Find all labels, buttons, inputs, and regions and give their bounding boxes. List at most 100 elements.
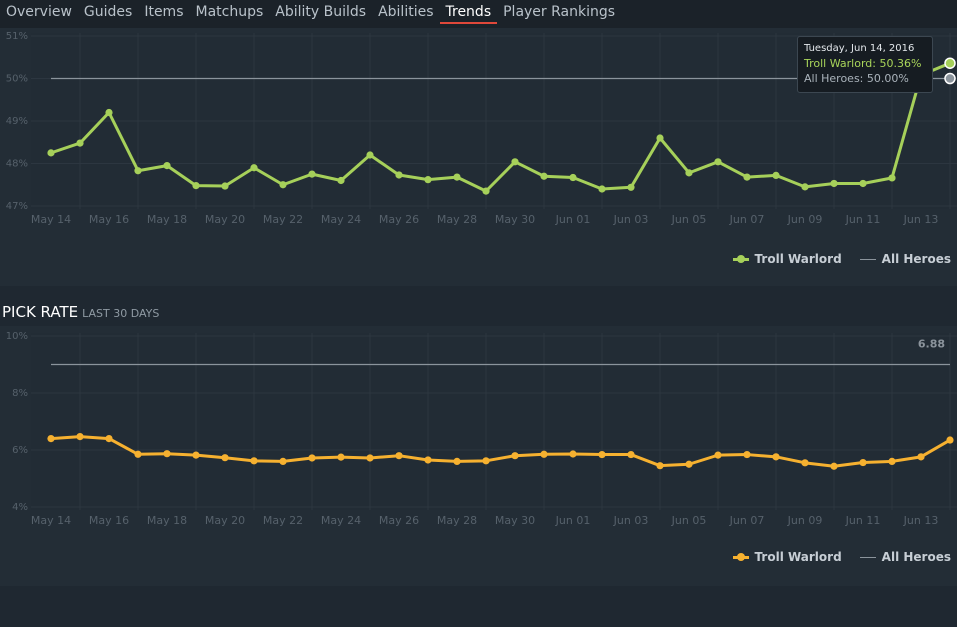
win-rate-troll-warlord-point[interactable] bbox=[888, 174, 896, 182]
pick-rate-troll-warlord-point[interactable] bbox=[279, 457, 287, 465]
win-rate-troll-warlord-point[interactable] bbox=[859, 179, 867, 188]
pick-rate-chart: 4% 6% 8% 10% May 14 May 16 May 18 May 20 May 22 M… bbox=[6, 331, 957, 527]
win-rate-troll-warlord-point[interactable] bbox=[685, 169, 693, 177]
pick-rate-troll-warlord-point[interactable] bbox=[830, 462, 838, 470]
win-rate-troll-warlord-point[interactable] bbox=[424, 176, 432, 184]
win-rate-troll-warlord-point[interactable] bbox=[944, 57, 956, 69]
win-rate-troll-warlord-point[interactable] bbox=[569, 173, 577, 182]
pick-rate-troll-warlord-point[interactable] bbox=[888, 457, 896, 465]
pick-rate-troll-warlord-point[interactable] bbox=[714, 451, 722, 459]
win-rate-x-tick-label: May 24 bbox=[321, 213, 361, 226]
pick-rate-x-tick-label: May 26 bbox=[379, 514, 419, 527]
pick-rate-troll-warlord-point[interactable] bbox=[76, 433, 84, 441]
pick-rate-troll-warlord-point[interactable] bbox=[801, 459, 809, 467]
tab-guides[interactable]: Guides bbox=[78, 0, 138, 24]
win-rate-troll-warlord-point[interactable] bbox=[76, 139, 84, 147]
win-rate-troll-warlord-point[interactable] bbox=[395, 171, 403, 179]
win-rate-troll-warlord-point[interactable] bbox=[772, 171, 780, 179]
win-rate-troll-warlord-point[interactable] bbox=[192, 182, 200, 190]
pick-rate-troll-warlord-point[interactable] bbox=[685, 460, 693, 468]
win-rate-all-heroes-point[interactable] bbox=[944, 72, 956, 85]
pick-rate-subtitle: LAST 30 DAYS bbox=[82, 307, 160, 320]
pick-rate-troll-warlord-point[interactable] bbox=[540, 450, 548, 458]
win-rate-legend: Troll Warlord All Heroes bbox=[715, 252, 951, 266]
legend-label-all: All Heroes bbox=[881, 252, 951, 266]
pick-rate-troll-warlord-point[interactable] bbox=[859, 458, 867, 467]
pick-rate-troll-warlord-point[interactable] bbox=[917, 453, 925, 461]
pick-rate-x-tick-label: Jun 01 bbox=[555, 514, 591, 527]
pick-rate-heading: PICK RATE bbox=[2, 303, 79, 321]
legend-swatch-troll-pick bbox=[732, 552, 749, 561]
win-rate-troll-warlord-point[interactable] bbox=[511, 158, 519, 166]
pick-rate-troll-warlord-point[interactable] bbox=[569, 450, 577, 458]
win-rate-y-tick-label: 51% bbox=[6, 31, 28, 42]
pick-rate-troll-warlord-point[interactable] bbox=[163, 450, 171, 458]
pick-rate-troll-warlord-point[interactable] bbox=[366, 454, 374, 462]
pick-rate-x-tick-label: May 24 bbox=[321, 514, 361, 527]
pick-rate-troll-warlord-point[interactable] bbox=[772, 453, 780, 461]
pick-rate-legend: Troll Warlord All Heroes bbox=[715, 550, 951, 564]
win-rate-troll-warlord-point[interactable] bbox=[627, 183, 635, 191]
tab-player-rankings[interactable]: Player Rankings bbox=[497, 0, 621, 24]
win-rate-x-tick-label: May 16 bbox=[89, 213, 129, 226]
tab-items[interactable]: Items bbox=[138, 0, 189, 24]
pick-rate-troll-warlord-point[interactable] bbox=[192, 451, 200, 459]
pick-rate-plot-area bbox=[31, 333, 957, 510]
win-rate-troll-warlord-point[interactable] bbox=[482, 187, 490, 195]
win-rate-troll-warlord-point[interactable] bbox=[250, 164, 258, 172]
win-rate-troll-warlord-point[interactable] bbox=[656, 134, 664, 142]
win-rate-x-tick-label: Jun 13 bbox=[903, 213, 939, 226]
legend-item-all-heroes[interactable]: All Heroes bbox=[859, 252, 951, 266]
win-rate-y-tick-label: 47% bbox=[6, 201, 28, 212]
win-rate-troll-warlord-point[interactable] bbox=[134, 167, 142, 175]
tab-overview[interactable]: Overview bbox=[0, 0, 78, 24]
pick-rate-x-tick-label: May 16 bbox=[89, 514, 129, 527]
legend-item-troll-warlord[interactable]: Troll Warlord bbox=[732, 252, 842, 266]
win-rate-troll-warlord-point[interactable] bbox=[830, 179, 838, 188]
tab-trends[interactable]: Trends bbox=[439, 0, 498, 24]
pick-rate-troll-warlord-point[interactable] bbox=[47, 435, 55, 443]
pick-rate-troll-warlord-point[interactable] bbox=[656, 462, 664, 470]
win-rate-troll-warlord-point[interactable] bbox=[598, 185, 606, 193]
pick-rate-troll-warlord-point[interactable] bbox=[453, 457, 461, 465]
tab-abilities[interactable]: Abilities bbox=[372, 0, 439, 24]
pick-rate-troll-warlord-point[interactable] bbox=[308, 454, 316, 462]
win-rate-troll-warlord-point[interactable] bbox=[366, 151, 374, 159]
win-rate-troll-warlord-point[interactable] bbox=[47, 149, 55, 157]
win-rate-troll-warlord-point[interactable] bbox=[801, 183, 809, 191]
win-rate-troll-warlord-point[interactable] bbox=[308, 170, 316, 178]
pick-rate-troll-warlord-point[interactable] bbox=[221, 454, 229, 462]
pick-rate-troll-warlord-point[interactable] bbox=[337, 453, 345, 461]
win-rate-troll-warlord-point[interactable] bbox=[453, 173, 461, 181]
pick-rate-troll-warlord-point[interactable] bbox=[511, 452, 519, 460]
win-rate-x-tick-label: Jun 03 bbox=[613, 213, 649, 226]
tab-matchups[interactable]: Matchups bbox=[190, 0, 270, 24]
win-rate-troll-warlord-point[interactable] bbox=[163, 162, 171, 170]
win-rate-troll-warlord-point[interactable] bbox=[337, 176, 345, 185]
tab-ability-builds[interactable]: Ability Builds bbox=[269, 0, 372, 24]
pick-rate-troll-warlord-point[interactable] bbox=[482, 457, 490, 465]
pick-rate-x-tick-label: Jun 13 bbox=[903, 514, 939, 527]
pick-rate-troll-warlord-point[interactable] bbox=[134, 450, 142, 458]
tooltip-date: Tuesday, Jun 14, 2016 bbox=[804, 43, 915, 54]
chart-tooltip: Tuesday, Jun 14, 2016 Troll Warlord: 50.… bbox=[797, 36, 933, 93]
pick-rate-troll-warlord-point[interactable] bbox=[395, 452, 403, 460]
win-rate-troll-warlord-point[interactable] bbox=[279, 181, 287, 189]
pick-rate-troll-warlord-point[interactable] bbox=[105, 435, 113, 443]
legend-item-all-heroes-pick[interactable]: All Heroes bbox=[859, 550, 951, 564]
win-rate-troll-warlord-point[interactable] bbox=[743, 173, 751, 181]
pick-rate-troll-warlord-point[interactable] bbox=[743, 450, 751, 459]
win-rate-y-tick-label: 48% bbox=[6, 159, 28, 170]
pick-rate-troll-warlord-point[interactable] bbox=[250, 457, 258, 465]
win-rate-troll-warlord-point[interactable] bbox=[105, 108, 113, 117]
legend-item-troll-warlord-pick[interactable]: Troll Warlord bbox=[732, 550, 842, 564]
pick-rate-troll-warlord-point[interactable] bbox=[424, 456, 432, 464]
pick-rate-troll-warlord-point[interactable] bbox=[598, 450, 606, 459]
win-rate-troll-warlord-point[interactable] bbox=[540, 172, 548, 180]
pick-rate-troll-warlord-point[interactable] bbox=[627, 450, 635, 459]
win-rate-troll-warlord-point[interactable] bbox=[221, 182, 229, 190]
pick-rate-troll-warlord-point[interactable] bbox=[946, 436, 954, 444]
pick-rate-x-tick-label: May 22 bbox=[263, 514, 303, 527]
win-rate-troll-warlord-point[interactable] bbox=[714, 158, 722, 166]
win-rate-x-tick-label: Jun 07 bbox=[729, 213, 765, 226]
